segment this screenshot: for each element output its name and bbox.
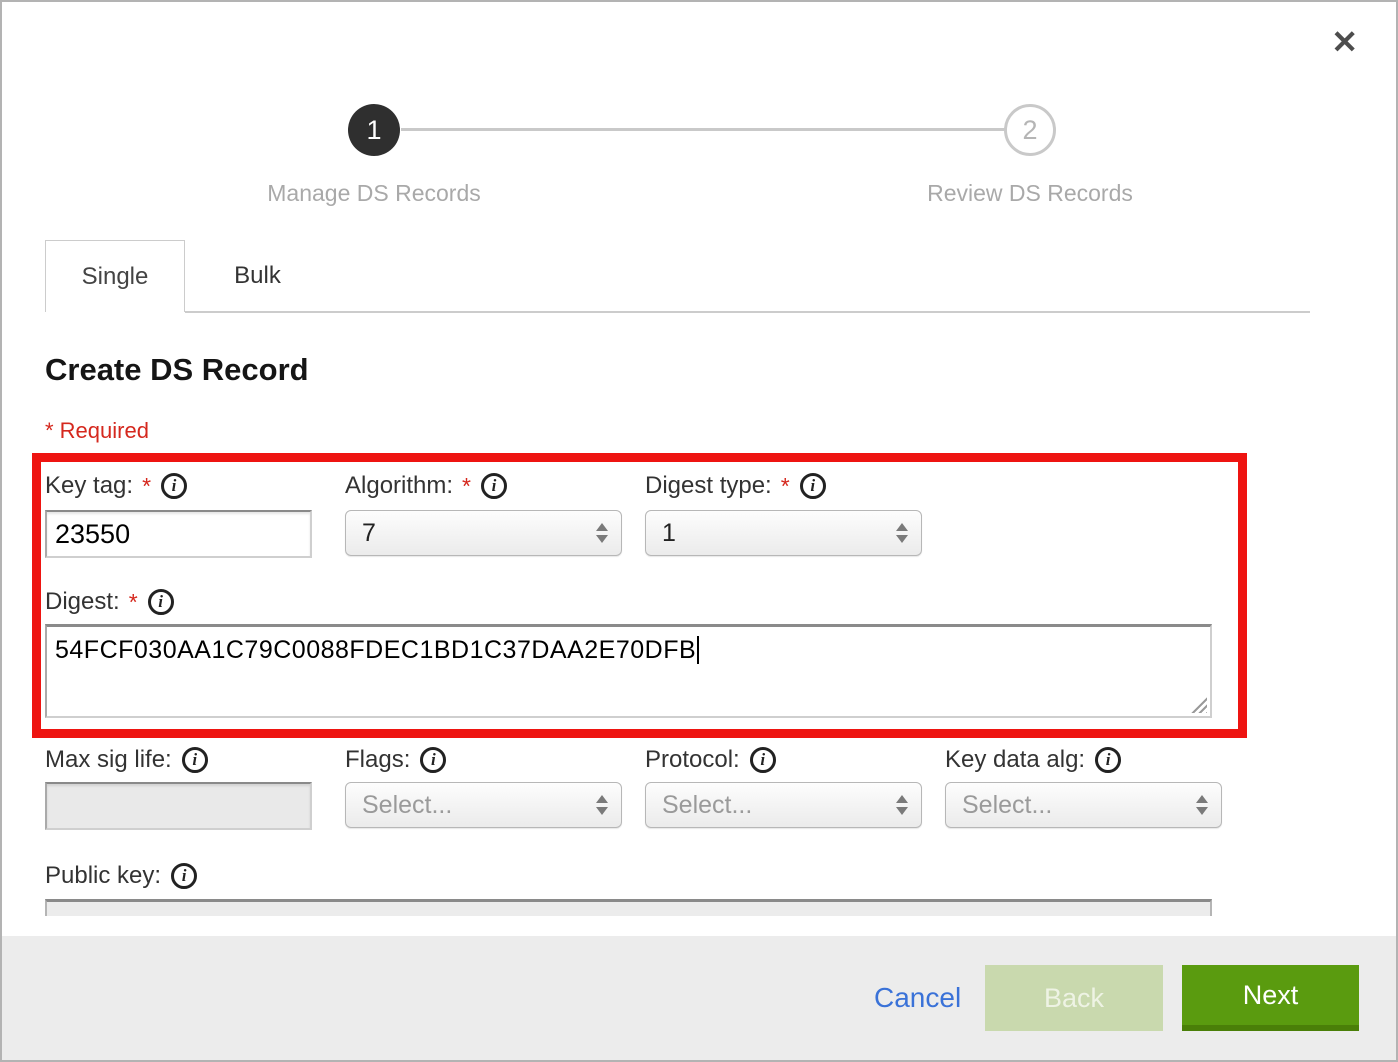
algorithm-select[interactable]: 7 xyxy=(345,510,622,556)
digest-value: 54FCF030AA1C79C0088FDEC1BD1C37DAA2E70DFB xyxy=(55,636,696,664)
select-arrows-icon xyxy=(596,795,608,815)
algorithm-select-value: 7 xyxy=(362,519,376,548)
tab-divider xyxy=(185,311,1310,313)
flags-select-value: Select... xyxy=(362,791,452,820)
select-arrows-icon xyxy=(896,523,908,543)
key-tag-input[interactable]: 23550 xyxy=(45,510,312,558)
select-arrows-icon xyxy=(596,523,608,543)
key-data-alg-select-value: Select... xyxy=(962,791,1052,820)
tab-single[interactable]: Single xyxy=(45,240,185,312)
close-icon[interactable]: ✕ xyxy=(1331,26,1358,58)
required-note: * Required xyxy=(45,418,149,444)
required-asterisk: * xyxy=(142,473,151,500)
info-icon[interactable]: i xyxy=(750,747,776,773)
resize-handle[interactable] xyxy=(1190,696,1207,713)
stepper-step-2: 2 xyxy=(1004,104,1056,156)
page-title: Create DS Record xyxy=(45,352,309,388)
cancel-button[interactable]: Cancel xyxy=(874,982,961,1014)
max-sig-life-input[interactable] xyxy=(45,782,312,830)
stepper-connector-line xyxy=(401,128,1005,131)
digest-label: Digest: * i xyxy=(45,588,174,616)
next-button[interactable]: Next xyxy=(1182,965,1359,1031)
protocol-label: Protocol: i xyxy=(645,746,776,774)
stepper-step-2-label: Review DS Records xyxy=(870,180,1190,207)
max-sig-life-label-text: Max sig life: xyxy=(45,746,172,774)
stepper-step-1-label: Manage DS Records xyxy=(214,180,534,207)
required-asterisk: * xyxy=(781,473,790,500)
info-icon[interactable]: i xyxy=(182,747,208,773)
flags-label-text: Flags: xyxy=(345,746,410,774)
public-key-textarea[interactable] xyxy=(45,899,1212,916)
info-icon[interactable]: i xyxy=(171,863,197,889)
digest-label-text: Digest: xyxy=(45,588,120,616)
info-icon[interactable]: i xyxy=(800,473,826,499)
flags-select[interactable]: Select... xyxy=(345,782,622,828)
key-data-alg-label: Key data alg: i xyxy=(945,746,1121,774)
stepper-step-1: 1 xyxy=(348,104,400,156)
key-tag-label: Key tag: * i xyxy=(45,472,187,500)
info-icon[interactable]: i xyxy=(161,473,187,499)
info-icon[interactable]: i xyxy=(481,473,507,499)
protocol-select-value: Select... xyxy=(662,791,752,820)
algorithm-label-text: Algorithm: xyxy=(345,472,453,500)
info-icon[interactable]: i xyxy=(148,589,174,615)
protocol-select[interactable]: Select... xyxy=(645,782,922,828)
digest-type-select-value: 1 xyxy=(662,519,676,548)
text-caret xyxy=(697,636,699,664)
digest-type-label: Digest type: * i xyxy=(645,472,826,500)
info-icon[interactable]: i xyxy=(1095,747,1121,773)
select-arrows-icon xyxy=(896,795,908,815)
key-data-alg-label-text: Key data alg: xyxy=(945,746,1085,774)
digest-type-label-text: Digest type: xyxy=(645,472,772,500)
key-data-alg-select[interactable]: Select... xyxy=(945,782,1222,828)
dialog-footer: Cancel Back Next xyxy=(2,936,1396,1060)
tab-bulk[interactable]: Bulk xyxy=(185,240,330,312)
digest-textarea[interactable]: 54FCF030AA1C79C0088FDEC1BD1C37DAA2E70DFB xyxy=(45,624,1212,718)
back-button[interactable]: Back xyxy=(985,965,1163,1031)
select-arrows-icon xyxy=(1196,795,1208,815)
info-icon[interactable]: i xyxy=(420,747,446,773)
required-asterisk: * xyxy=(129,589,138,616)
public-key-label-text: Public key: xyxy=(45,862,161,890)
flags-label: Flags: i xyxy=(345,746,446,774)
protocol-label-text: Protocol: xyxy=(645,746,740,774)
key-tag-label-text: Key tag: xyxy=(45,472,133,500)
algorithm-label: Algorithm: * i xyxy=(345,472,507,500)
required-asterisk: * xyxy=(462,473,471,500)
public-key-label: Public key: i xyxy=(45,862,197,890)
max-sig-life-label: Max sig life: i xyxy=(45,746,208,774)
digest-type-select[interactable]: 1 xyxy=(645,510,922,556)
create-ds-record-dialog: ✕ 1 2 Manage DS Records Review DS Record… xyxy=(0,0,1398,1062)
